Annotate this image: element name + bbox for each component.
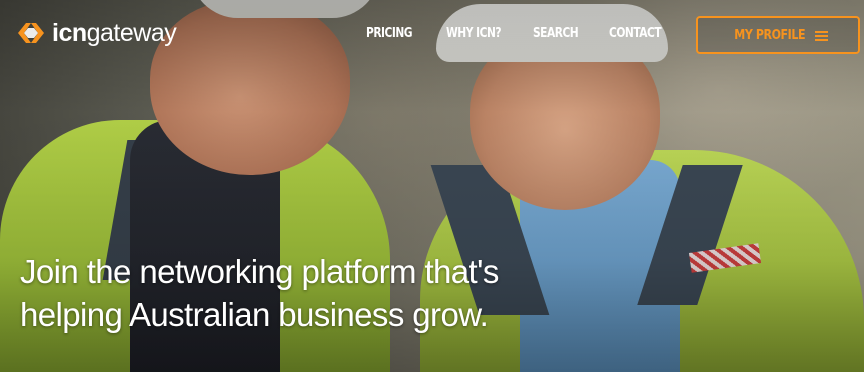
site-header: icngateway PRICING WHY ICN? SEARCH CONTA… — [0, 0, 864, 70]
hero-tagline: Join the networking platform that's help… — [20, 250, 720, 336]
logo-wordmark: icngateway — [52, 18, 177, 47]
hero-banner: icngateway PRICING WHY ICN? SEARCH CONTA… — [0, 0, 864, 372]
logo-wordmark-bold: icn — [52, 18, 87, 47]
icn-chevrons-logo-icon — [16, 18, 46, 48]
site-logo[interactable]: icngateway — [16, 16, 177, 50]
my-profile-label: MY PROFILE — [734, 27, 805, 43]
logo-wordmark-light: gateway — [86, 18, 177, 47]
nav-item-contact[interactable]: CONTACT — [609, 26, 662, 41]
nav-item-why-icn[interactable]: WHY ICN? — [446, 26, 502, 41]
hero-tagline-line1: Join the networking platform that's — [20, 253, 499, 290]
hamburger-menu-icon — [815, 30, 829, 42]
my-profile-button[interactable]: MY PROFILE — [696, 16, 860, 54]
nav-item-pricing[interactable]: PRICING — [366, 26, 413, 41]
nav-item-search[interactable]: SEARCH — [533, 26, 579, 41]
hero-tagline-line2: helping Australian business grow. — [20, 296, 489, 333]
